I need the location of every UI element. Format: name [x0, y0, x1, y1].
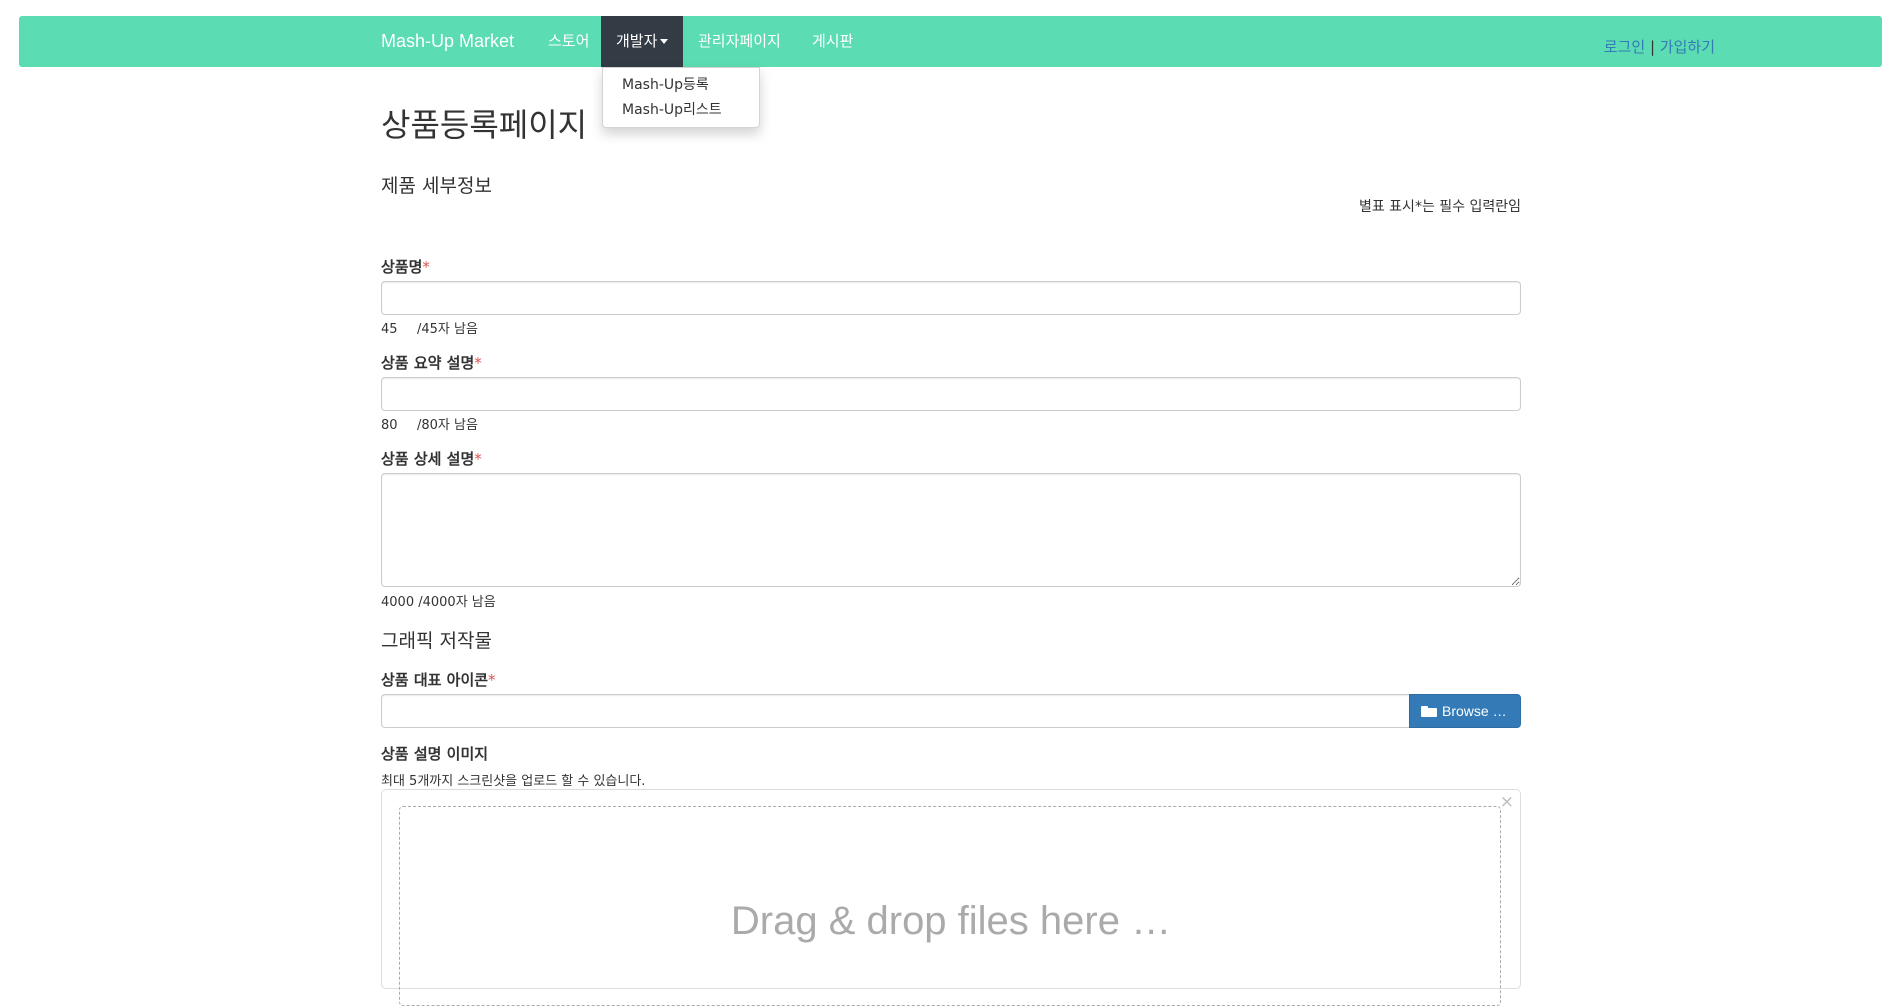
product-summary-label: 상품 요약 설명*	[381, 352, 482, 373]
drop-zone-text: Drag & drop files here …	[730, 899, 1172, 943]
product-detail-label-text: 상품 상세 설명	[381, 450, 475, 468]
product-summary-label-text: 상품 요약 설명	[381, 354, 475, 372]
signup-link[interactable]: 가입하기	[1660, 38, 1715, 56]
product-images-help: 최대 5개까지 스크린샷을 업로드 할 수 있습니다.	[381, 774, 646, 789]
product-name-input[interactable]	[381, 281, 1521, 315]
required-note: 별표 표시*는 필수 입력란임	[1358, 199, 1521, 215]
nav-developer-label: 개발자	[616, 32, 658, 50]
product-icon-label: 상품 대표 아이콘*	[381, 669, 496, 690]
close-icon[interactable]: ×	[1500, 794, 1514, 811]
auth-links: 로그인 | 가입하기	[1604, 36, 1715, 57]
nav-board-link[interactable]: 게시판	[812, 16, 853, 67]
browse-button[interactable]: Browse …	[1409, 694, 1521, 728]
caret-down-icon	[660, 39, 669, 44]
required-star: *	[488, 671, 496, 689]
nav-store-link[interactable]: 스토어	[548, 16, 589, 67]
product-summary-count: 80	[381, 418, 398, 433]
file-preview-box: × Drag & drop files here …	[381, 789, 1521, 1006]
product-summary-limit: /80자 남음	[417, 418, 478, 433]
nav-admin-link[interactable]: 관리자페이지	[698, 16, 781, 67]
graphics-section-title: 그래픽 저작물	[381, 630, 492, 652]
developer-dropdown-menu: Mash-Up등록 Mash-Up리스트	[602, 67, 760, 128]
file-caption-field[interactable]	[381, 694, 1409, 728]
product-name-count: 45	[381, 322, 398, 337]
product-name-counter: 45/45자 남음	[381, 318, 478, 337]
required-star: *	[474, 450, 482, 468]
product-images-label: 상품 설명 이미지	[381, 745, 489, 763]
login-link[interactable]: 로그인	[1604, 38, 1645, 56]
file-drop-zone[interactable]: Drag & drop files here …	[399, 806, 1501, 1006]
browse-button-label: Browse …	[1442, 703, 1507, 719]
page-title: 상품등록페이지	[381, 106, 588, 144]
product-detail-label: 상품 상세 설명*	[381, 448, 482, 469]
product-icon-label-text: 상품 대표 아이콘	[381, 671, 489, 689]
dropdown-item-mashup-list[interactable]: Mash-Up리스트	[603, 98, 759, 123]
product-detail-counter: 4000 /4000자 남음	[381, 591, 496, 610]
folder-open-icon	[1421, 706, 1437, 717]
dropdown-item-mashup-register[interactable]: Mash-Up등록	[603, 73, 759, 98]
required-star: *	[422, 258, 430, 276]
product-summary-counter: 80/80자 남음	[381, 414, 478, 433]
details-section-title: 제품 세부정보	[381, 175, 492, 197]
top-navbar: Mash-Up Market 스토어 개발자 관리자페이지 게시판 로그인 | …	[19, 16, 1882, 67]
product-detail-count: 4000	[381, 595, 415, 610]
product-name-limit: /45자 남음	[417, 322, 478, 337]
product-name-label: 상품명*	[381, 256, 430, 277]
product-icon-file-input: Browse …	[381, 694, 1521, 728]
required-star: *	[474, 354, 482, 372]
brand-link[interactable]: Mash-Up Market	[381, 16, 514, 67]
product-detail-textarea[interactable]	[381, 473, 1521, 587]
product-name-label-text: 상품명	[381, 258, 423, 276]
auth-separator: |	[1649, 38, 1656, 56]
nav-developer-dropdown[interactable]: 개발자	[601, 16, 684, 67]
product-summary-input[interactable]	[381, 377, 1521, 411]
product-detail-limit: /4000자 남음	[418, 595, 496, 610]
